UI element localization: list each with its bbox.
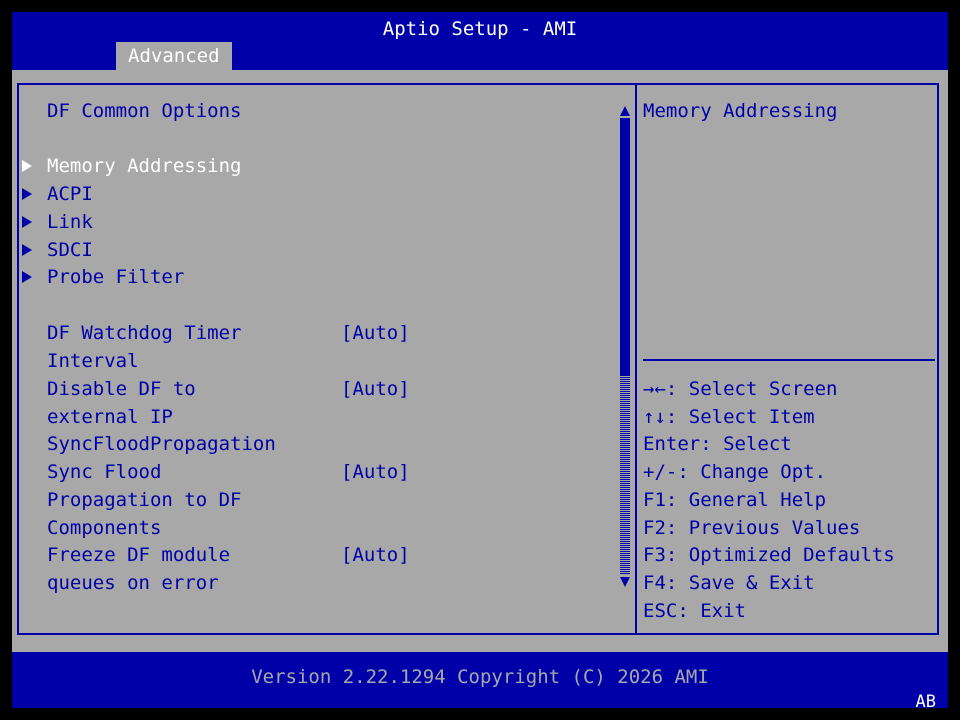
key-action: : Save & Exit [665, 572, 815, 594]
setting-value-df-watchdog[interactable]: [Auto] [341, 322, 410, 344]
key-name: ↑↓ [643, 406, 666, 428]
key-help-enter: Enter: Select [643, 433, 792, 455]
submenu-arrow-icon [22, 160, 32, 172]
panel-divider [635, 83, 637, 635]
setting-label-disable-df-cont2: SyncFloodPropagation [47, 433, 276, 455]
submenu-sdci[interactable]: SDCI [47, 239, 93, 261]
setting-label-sync-flood-cont: Propagation to DF [47, 489, 242, 511]
key-action: : General Help [665, 489, 827, 511]
help-text: Memory Addressing [643, 100, 838, 122]
key-action: : Select [700, 433, 792, 455]
setting-label-sync-flood-cont2: Components [47, 517, 162, 539]
submenu-arrow-icon [22, 188, 32, 200]
app-title: Aptio Setup - AMI [382, 18, 578, 40]
key-name: F4 [643, 572, 666, 594]
submenu-acpi[interactable]: ACPI [47, 183, 93, 205]
setting-label-disable-df[interactable]: Disable DF to [47, 378, 196, 400]
submenu-memory-addressing[interactable]: Memory Addressing [47, 155, 241, 177]
key-name: →← [643, 378, 666, 400]
tab-advanced[interactable]: Advanced [116, 42, 232, 70]
version-text: Version 2.22.1294 Copyright (C) 2026 AMI [251, 666, 709, 688]
key-action: : Previous Values [665, 517, 861, 539]
setting-label-disable-df-cont: external IP [47, 406, 173, 428]
key-name: ESC [643, 600, 678, 622]
bios-screen: Aptio Setup - AMI Advanced DF Common Opt… [12, 12, 948, 712]
key-name: +/- [643, 461, 678, 483]
setting-label-freeze-df-cont: queues on error [47, 572, 219, 594]
key-action: : Select Item [665, 406, 815, 428]
setting-value-sync-flood[interactable]: [Auto] [341, 461, 410, 483]
key-help-f2: F2: Previous Values [643, 517, 860, 539]
key-action: : Change Opt. [677, 461, 827, 483]
footer-bar: Version 2.22.1294 Copyright (C) 2026 AMI… [12, 652, 948, 712]
submenu-link[interactable]: Link [47, 211, 93, 233]
scroll-down-icon[interactable] [620, 577, 630, 587]
key-help-select-item: ↑↓: Select Item [643, 406, 815, 428]
setting-label-freeze-df[interactable]: Freeze DF module [47, 544, 230, 566]
key-help-f3: F3: Optimized Defaults [643, 544, 895, 566]
key-name: F3 [643, 544, 666, 566]
key-name: Enter [643, 433, 701, 455]
key-action: : Optimized Defaults [665, 544, 895, 566]
scroll-up-icon[interactable] [620, 106, 630, 116]
key-help-change-opt: +/-: Change Opt. [643, 461, 826, 483]
setting-value-freeze-df[interactable]: [Auto] [341, 544, 410, 566]
key-action: : Exit [677, 600, 746, 622]
badge-ab: AB [915, 692, 936, 712]
setting-label-df-watchdog[interactable]: DF Watchdog Timer [47, 322, 241, 344]
key-help-esc: ESC: Exit [643, 600, 746, 622]
section-title: DF Common Options [47, 100, 242, 122]
key-help-select-screen: →←: Select Screen [643, 378, 837, 400]
setting-value-disable-df[interactable]: [Auto] [341, 378, 410, 400]
help-divider [643, 359, 935, 361]
key-name: F2 [643, 517, 666, 539]
submenu-probe-filter[interactable]: Probe Filter [47, 266, 184, 288]
submenu-arrow-icon [22, 244, 32, 256]
key-help-f4: F4: Save & Exit [643, 572, 815, 594]
submenu-arrow-icon [22, 216, 32, 228]
setting-label-df-watchdog-cont: Interval [47, 350, 139, 372]
title-bar: Aptio Setup - AMI Advanced [12, 12, 948, 70]
key-help-f1: F1: General Help [643, 489, 826, 511]
setting-label-sync-flood[interactable]: Sync Flood [47, 461, 161, 483]
scrollbar-thumb[interactable] [620, 118, 630, 376]
submenu-arrow-icon [22, 271, 32, 283]
key-action: : Select Screen [665, 378, 838, 400]
key-name: F1 [643, 489, 666, 511]
